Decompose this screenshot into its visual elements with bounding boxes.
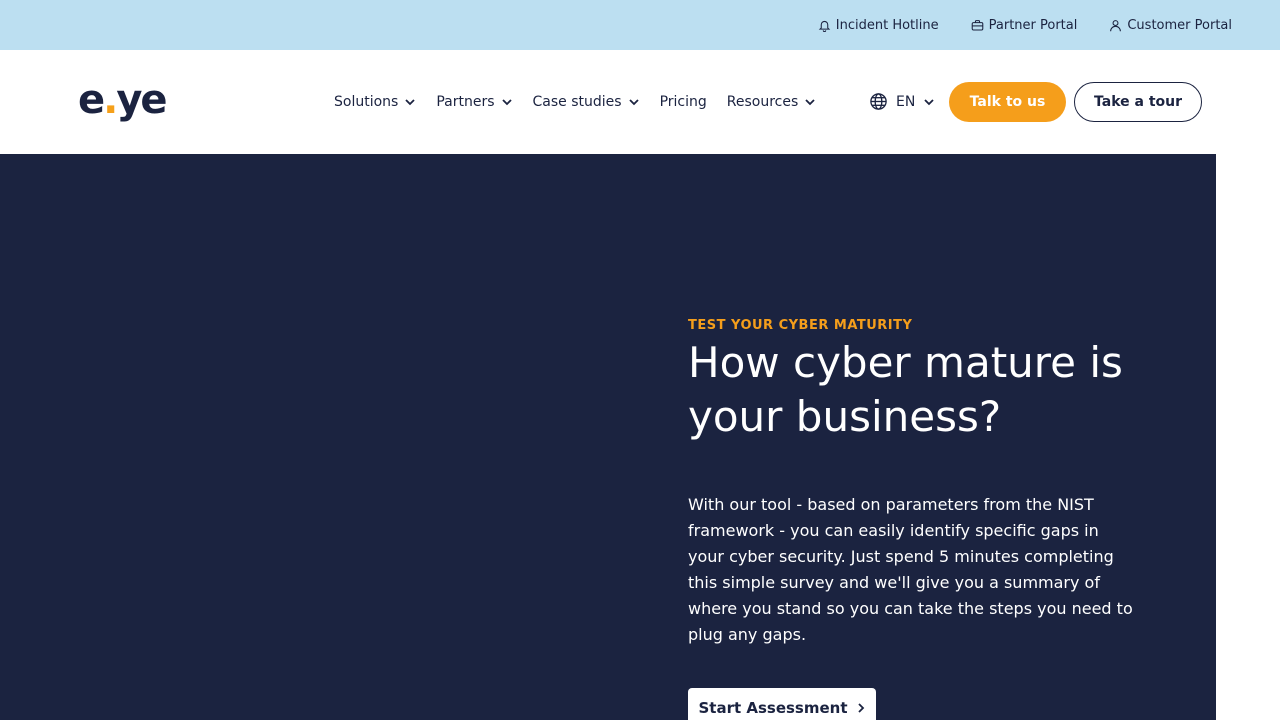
nav-solutions[interactable]: Solutions <box>334 94 416 110</box>
talk-to-us-button[interactable]: Talk to us <box>949 82 1066 122</box>
nav-partners[interactable]: Partners <box>436 94 512 110</box>
chevron-down-icon <box>501 99 512 106</box>
chevron-down-icon <box>405 99 415 106</box>
partner-portal-label: Partner Portal <box>988 17 1078 33</box>
bell-icon <box>818 20 831 32</box>
nav-pricing[interactable]: Pricing <box>660 94 707 110</box>
chevron-down-icon <box>805 99 815 106</box>
customer-portal-link[interactable]: Customer Portal <box>1109 18 1232 33</box>
incident-hotline-link[interactable]: Incident Hotline <box>818 18 939 33</box>
chevron-right-icon <box>857 703 864 713</box>
hero-headline: How cyber mature is your business? <box>688 338 1123 441</box>
utility-bar: Incident Hotline Partner Portal Customer… <box>0 0 1280 50</box>
chevron-down-icon <box>924 98 934 105</box>
start-assessment-button[interactable]: Start Assessment <box>688 688 876 720</box>
hero-body: With our tool - based on parameters from… <box>688 495 1133 644</box>
partner-portal-link[interactable]: Partner Portal <box>971 17 1078 33</box>
primary-nav: Solutions Partners Case studies Pricing … <box>334 90 836 114</box>
hero-section: TEST YOUR CYBER MATURITY How cyber matur… <box>0 154 1216 720</box>
eye-logo[interactable]: e.ye <box>78 78 168 122</box>
language-selector[interactable]: EN <box>869 92 935 111</box>
briefcase-icon <box>971 19 983 30</box>
user-icon <box>1110 19 1122 31</box>
language-label: EN <box>896 93 916 110</box>
main-header: e.ye Solutions Partners Case studies Pri… <box>0 50 1280 154</box>
globe-icon <box>870 93 887 110</box>
hero-eyebrow: TEST YOUR CYBER MATURITY <box>688 318 913 333</box>
incident-hotline-label: Incident Hotline <box>835 17 939 33</box>
nav-case-studies[interactable]: Case studies <box>533 94 640 110</box>
take-a-tour-button[interactable]: Take a tour <box>1074 82 1202 122</box>
customer-portal-label: Customer Portal <box>1127 17 1232 33</box>
start-assessment-label: Start Assessment <box>698 699 848 717</box>
chevron-down-icon <box>628 99 639 106</box>
nav-resources[interactable]: Resources <box>727 94 817 110</box>
